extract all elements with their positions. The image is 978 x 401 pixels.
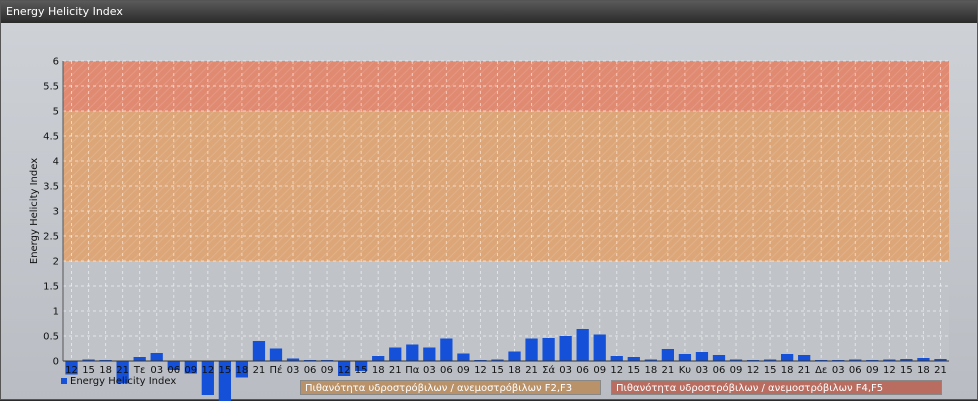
x-tick-label: 03 (559, 365, 572, 376)
x-tick-label: 06 (849, 365, 862, 376)
legend-series-label: Energy Helicity Index (70, 376, 177, 387)
bar-37[interactable] (695, 352, 709, 361)
x-tick-label: 15 (764, 365, 777, 376)
x-tick-label: 15 (218, 365, 231, 376)
x-tick-label: 15 (355, 365, 368, 376)
x-tick-label: 18 (372, 365, 385, 376)
x-tick-label: 18 (508, 365, 521, 376)
x-tick-label: 18 (644, 365, 657, 376)
bar-35[interactable] (661, 349, 674, 361)
bar-32[interactable] (610, 356, 623, 361)
x-tick-label: Πα (405, 365, 420, 376)
bar-43[interactable] (798, 355, 811, 361)
x-tick-label: Τε (133, 365, 146, 376)
x-tick-label: 09 (730, 365, 743, 376)
legend-swatch (61, 378, 67, 384)
legend-band-f4-f5[interactable]: Πιθανότητα υδροστρόβιλων / ανεμοστρόβιλω… (611, 380, 942, 395)
bar-31[interactable] (593, 334, 606, 362)
x-tick-label: 12 (883, 365, 896, 376)
x-tick-label: 03 (696, 365, 709, 376)
bar-36[interactable] (678, 354, 692, 361)
bar-5[interactable] (150, 353, 163, 361)
bar-18[interactable] (372, 356, 385, 361)
x-tick-label: Κυ (679, 365, 692, 376)
legend-series-item[interactable]: Energy Helicity Index (61, 376, 176, 387)
x-tick-label: 03 (287, 365, 300, 376)
x-tick-label: 21 (661, 365, 674, 376)
bar-22[interactable] (440, 338, 453, 362)
x-tick-label: 21 (798, 365, 811, 376)
bar-4[interactable] (133, 357, 146, 361)
x-tick-label: 18 (917, 365, 930, 376)
y-tick-label: 1.5 (43, 282, 59, 293)
bar-29[interactable] (559, 336, 572, 361)
y-tick-label: 5.5 (43, 82, 59, 93)
y-tick-label: 5 (53, 107, 59, 118)
x-tick-label: Δε (815, 365, 827, 376)
bar-30[interactable] (576, 329, 589, 361)
x-tick-label: 21 (934, 365, 947, 376)
x-tick-label: 21 (389, 365, 402, 376)
bar-42[interactable] (781, 354, 794, 361)
x-tick-label: 09 (457, 365, 470, 376)
y-tick-label: 6 (53, 57, 59, 68)
y-tick-label: 4 (53, 157, 59, 168)
x-tick-label: 21 (525, 365, 538, 376)
x-tick-label: 15 (900, 365, 913, 376)
y-tick-label: 1 (53, 307, 59, 318)
bar-28[interactable] (542, 338, 555, 361)
x-tick-label: 06 (440, 365, 453, 376)
y-tick-label: 3 (53, 207, 59, 218)
x-tick-label: 09 (321, 365, 334, 376)
x-tick-label: 18 (99, 365, 112, 376)
y-tick-label: 0.5 (43, 332, 59, 343)
x-tick-label: 12 (201, 365, 214, 376)
bar-33[interactable] (627, 357, 640, 361)
bar-19[interactable] (389, 347, 402, 362)
legend-band-f2-f3[interactable]: Πιθανότητα υδροστρόβιλων / ανεμοστρόβιλω… (300, 380, 601, 395)
x-tick-label: 21 (253, 365, 266, 376)
chart-window: Energy Helicity Index 0 0.5 1 1.5 2 2.5 3 3.5 4 4… (0, 0, 978, 401)
x-tick-label: 03 (423, 365, 436, 376)
y-tick-label: 0 (53, 357, 59, 368)
y-axis-label: Energy Helicity Index (29, 158, 40, 264)
x-tick-label: 15 (627, 365, 640, 376)
y-tick-label: 4.5 (43, 132, 59, 143)
x-tick-label: 12 (474, 365, 487, 376)
x-tick-label: 09 (184, 365, 197, 376)
x-tick-label: 09 (593, 365, 606, 376)
x-tick-label: Πέ (270, 364, 283, 376)
x-tick-label: 09 (866, 365, 879, 376)
x-tick-label: 18 (236, 365, 249, 376)
bar-12[interactable] (269, 348, 283, 362)
x-tick-label: 06 (304, 365, 317, 376)
bar-38[interactable] (712, 355, 726, 361)
x-tick-label: 06 (713, 365, 726, 376)
x-tick-label: 12 (610, 365, 623, 376)
ehi-chart: 0 0.5 1 1.5 2 2.5 3 3.5 4 4.5 5 5.5 6 12 15 18 21 Τε 03 06… (29, 57, 949, 401)
y-tick-label: 2.5 (43, 232, 59, 243)
x-tick-label: 15 (491, 365, 504, 376)
x-tick-label: 06 (576, 365, 589, 376)
bar-21[interactable] (423, 347, 436, 362)
bar-23[interactable] (457, 353, 470, 362)
x-tick-label: 12 (747, 365, 760, 376)
y-tick-label: 2 (53, 257, 59, 268)
x-tick-label: 15 (82, 365, 95, 376)
x-tick-label: Σά (542, 364, 555, 376)
x-tick-label: 03 (832, 365, 845, 376)
x-tick-label: 21 (116, 365, 129, 376)
bar-20[interactable] (406, 344, 419, 362)
x-tick-label: 12 (65, 365, 78, 376)
bar-27[interactable] (525, 338, 538, 362)
bar-11[interactable] (252, 341, 266, 361)
x-tick-label: 06 (167, 365, 180, 376)
y-tick-label: 3.5 (43, 182, 59, 193)
x-tick-label: 12 (338, 365, 351, 376)
bar-26[interactable] (508, 351, 521, 362)
x-tick-label: 18 (781, 365, 794, 376)
x-tick-label: 03 (150, 365, 163, 376)
